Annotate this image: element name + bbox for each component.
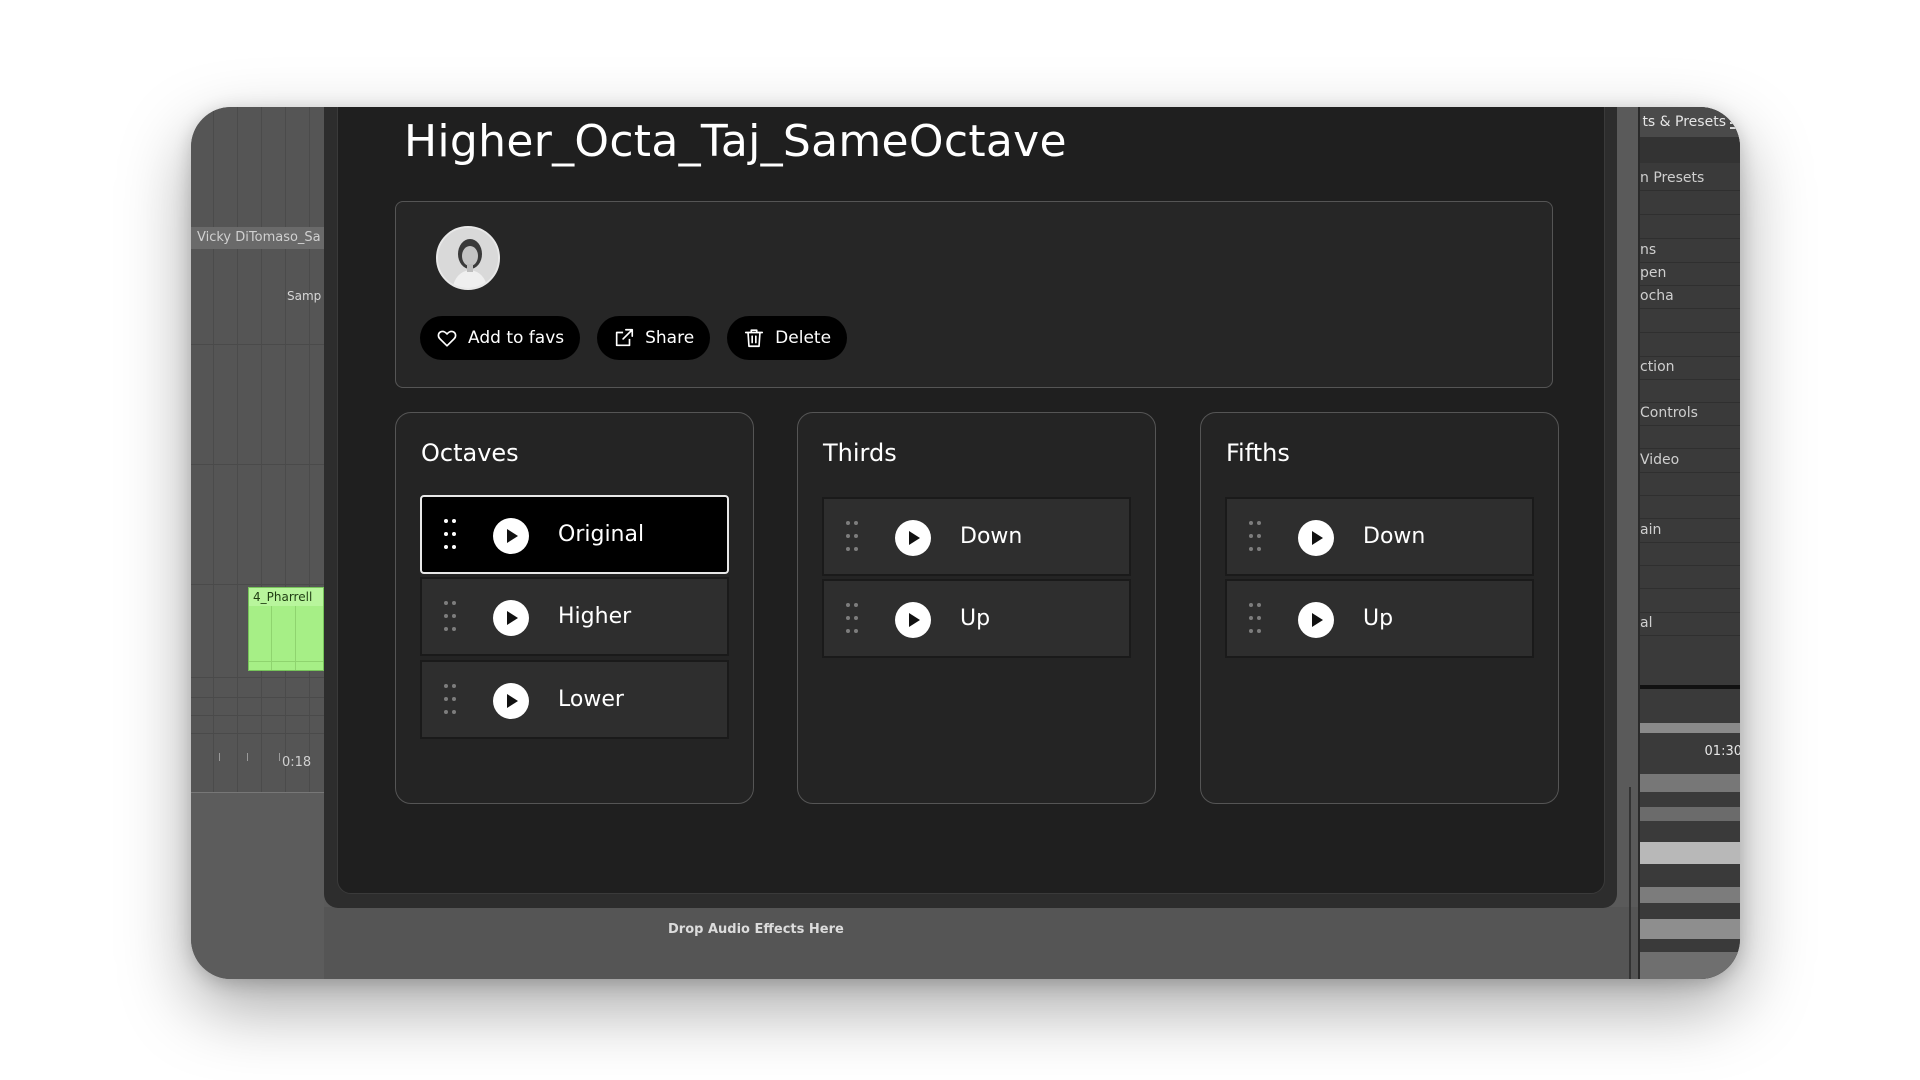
browser-item[interactable] — [1640, 191, 1740, 215]
browser-item[interactable]: Video — [1640, 449, 1740, 473]
octave-original-item[interactable]: Original — [420, 495, 729, 574]
fifth-up-item[interactable]: Up — [1225, 579, 1534, 658]
browser-header: ts & Presets — [1640, 107, 1740, 137]
browser-item[interactable] — [1640, 472, 1740, 496]
delete-label: Delete — [775, 328, 832, 348]
item-label: Down — [1363, 524, 1426, 549]
play-icon[interactable] — [493, 600, 529, 636]
item-label: Lower — [558, 687, 624, 712]
drag-handle-icon[interactable] — [444, 519, 456, 551]
time-marker-right: 01:30 — [1704, 744, 1740, 759]
share-label: Share — [645, 328, 695, 348]
audio-effects-drop-zone[interactable] — [324, 907, 1638, 979]
drag-handle-icon[interactable] — [1249, 603, 1261, 635]
play-icon[interactable] — [493, 518, 529, 554]
browser-item[interactable]: al — [1640, 612, 1740, 636]
browser-item[interactable]: Controls — [1640, 402, 1740, 426]
sample-info-panel: Add to favs Share Delete — [395, 201, 1553, 388]
screen: Vicky DiTomaso_Sa Samp 4_Pharrell 0:18 t… — [191, 107, 1740, 979]
daw-lower-track — [191, 792, 324, 979]
sample-detail-dialog: Higher_Octa_Taj_SameOctave Add to favs S… — [337, 107, 1605, 894]
browser-item[interactable] — [1640, 333, 1740, 357]
add-to-favorites-button[interactable]: Add to favs — [420, 316, 581, 360]
browser-item[interactable] — [1640, 495, 1740, 519]
octaves-group: Octaves Original Higher Lower — [395, 412, 754, 804]
fifths-group: Fifths Down Up — [1200, 412, 1559, 804]
drag-handle-icon[interactable] — [1249, 521, 1261, 553]
drag-handle-icon[interactable] — [846, 603, 858, 635]
thirds-group: Thirds Down Up — [797, 412, 1156, 804]
browser-item[interactable] — [1640, 215, 1740, 239]
item-label: Up — [1363, 606, 1394, 631]
sample-title: Higher_Octa_Taj_SameOctave — [404, 116, 1067, 167]
browser-item[interactable] — [1640, 542, 1740, 566]
add-to-favorites-label: Add to favs — [468, 328, 565, 348]
item-label: Original — [558, 522, 645, 547]
clip-label: 4_Pharrell — [249, 588, 323, 606]
trash-icon — [745, 329, 764, 348]
browser-item[interactable] — [1640, 379, 1740, 403]
browser-item[interactable] — [1640, 425, 1740, 449]
browser-header-label: ts & Presets — [1642, 114, 1726, 130]
play-icon[interactable] — [493, 683, 529, 719]
avatar[interactable] — [436, 226, 500, 290]
browser-item[interactable]: ns — [1640, 239, 1740, 263]
item-label: Higher — [558, 604, 632, 629]
menu-icon[interactable] — [1730, 117, 1740, 132]
drag-handle-icon[interactable] — [444, 684, 456, 716]
browser-item[interactable]: pen — [1640, 262, 1740, 286]
share-button[interactable]: Share — [597, 316, 711, 360]
browser-item[interactable]: ain — [1640, 519, 1740, 543]
browser-item[interactable] — [1640, 589, 1740, 613]
browser-item[interactable]: ocha — [1640, 285, 1740, 309]
drag-handle-icon[interactable] — [444, 601, 456, 633]
browser-item[interactable] — [1640, 565, 1740, 589]
daw-browser-right: ts & Presets n Presets ns pen ocha ction… — [1638, 107, 1740, 979]
item-label: Up — [960, 606, 991, 631]
play-icon[interactable] — [895, 602, 931, 638]
octave-higher-item[interactable]: Higher — [420, 577, 729, 656]
browser-item[interactable] — [1640, 309, 1740, 333]
browser-item[interactable]: ction — [1640, 356, 1740, 380]
delete-button[interactable]: Delete — [727, 316, 848, 360]
daw-arrangement-left: Vicky DiTomaso_Sa Samp 4_Pharrell 0:18 — [191, 107, 324, 792]
share-icon — [615, 328, 634, 347]
octave-lower-item[interactable]: Lower — [420, 660, 729, 739]
third-down-item[interactable]: Down — [822, 497, 1131, 576]
octaves-title: Octaves — [421, 439, 519, 467]
thirds-title: Thirds — [823, 439, 897, 467]
audio-clip[interactable]: 4_Pharrell — [248, 587, 324, 671]
drop-zone-label: Drop Audio Effects Here — [668, 922, 844, 937]
item-label: Down — [960, 524, 1023, 549]
heart-icon — [437, 330, 457, 347]
fifths-title: Fifths — [1226, 439, 1290, 467]
sample-label: Samp — [287, 289, 322, 303]
play-icon[interactable] — [1298, 520, 1334, 556]
play-icon[interactable] — [1298, 602, 1334, 638]
third-up-item[interactable]: Up — [822, 579, 1131, 658]
play-icon[interactable] — [895, 520, 931, 556]
time-marker: 0:18 — [282, 755, 312, 770]
drag-handle-icon[interactable] — [846, 521, 858, 553]
track-name[interactable]: Vicky DiTomaso_Sa — [191, 227, 324, 249]
browser-item[interactable]: n Presets — [1640, 167, 1740, 191]
fifth-down-item[interactable]: Down — [1225, 497, 1534, 576]
